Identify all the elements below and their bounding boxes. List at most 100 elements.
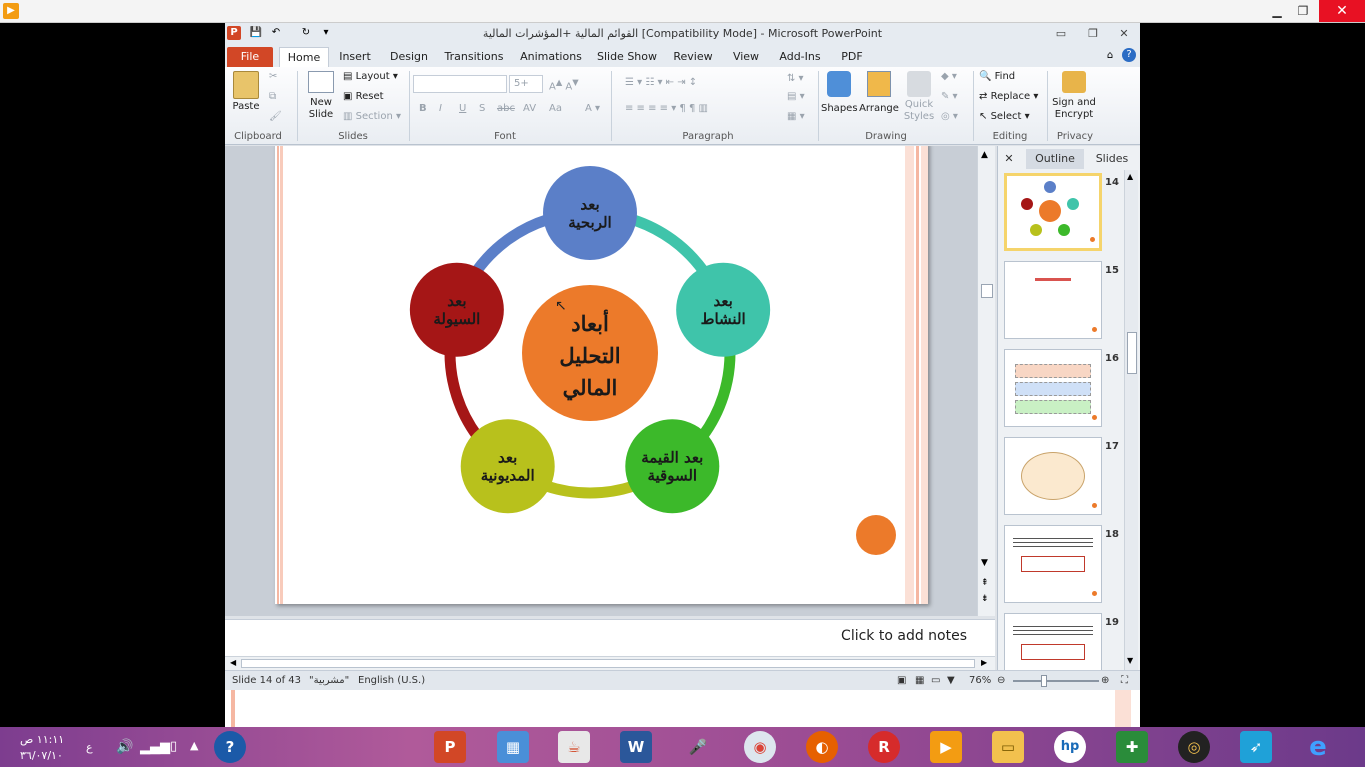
slide-thumbnail[interactable]	[1004, 261, 1102, 339]
powerpoint-app-icon[interactable]: P	[434, 731, 466, 763]
close-icon[interactable]: ✕	[1319, 0, 1365, 22]
replace-button[interactable]: ⇄ Replace ▾	[979, 91, 1038, 102]
minimize-icon[interactable]: ▁	[1264, 2, 1290, 20]
reading-view-icon[interactable]: ▭	[931, 675, 940, 686]
tab-outline[interactable]: Outline	[1026, 149, 1084, 169]
zoom-out-icon[interactable]: ⊖	[997, 675, 1005, 686]
tab-slides[interactable]: Slides	[1090, 149, 1134, 169]
new-slide-button[interactable]: New Slide	[303, 71, 339, 121]
scroll-right-icon[interactable]: ▶	[981, 658, 987, 667]
slide-thumbnail[interactable]	[1004, 525, 1102, 603]
tab-view[interactable]: View	[730, 47, 762, 67]
tab-slide-show[interactable]: Slide Show	[595, 47, 659, 67]
horizontal-scrollbar[interactable]: ◀ ▶	[225, 656, 995, 670]
slide-show-icon[interactable]: ▼	[947, 675, 955, 686]
font-color-button[interactable]: A ▾	[585, 103, 600, 114]
italic-button[interactable]: I	[439, 103, 442, 114]
tab-review[interactable]: Review	[671, 47, 715, 67]
microphone-app-icon[interactable]: 🎤	[682, 731, 714, 763]
section-button[interactable]: ▥ Section ▾	[343, 111, 401, 122]
window-minimize-button[interactable]: ▭	[1051, 26, 1071, 42]
copy-icon[interactable]: ⧉	[269, 91, 276, 102]
change-case-button[interactable]: Aa	[549, 103, 562, 114]
char-spacing-button[interactable]: AV	[523, 103, 536, 114]
next-slide-icon[interactable]: ⇟	[981, 594, 989, 604]
current-slide[interactable]: بعد الربحية بعد النشاط بعد القيمة السوقية بعد ا…	[275, 146, 928, 604]
format-painter-icon[interactable]: 🖌	[269, 111, 282, 122]
slide-thumbnail[interactable]	[1004, 349, 1102, 427]
close-panel-icon[interactable]: ✕	[1002, 149, 1016, 169]
shape-outline-icon[interactable]: ✎ ▾	[941, 91, 958, 102]
help-app-icon[interactable]: ?	[214, 731, 246, 763]
volume-icon[interactable]: 🔊	[116, 739, 133, 755]
tab-home[interactable]: Home	[279, 47, 329, 67]
shapes-button[interactable]: Shapes	[821, 71, 858, 115]
slide-thumbnail[interactable]	[1004, 173, 1102, 251]
tab-animations[interactable]: Animations	[519, 47, 583, 67]
hp-app-icon[interactable]: hp	[1054, 731, 1086, 763]
sign-encrypt-button[interactable]: Sign and Encrypt	[1051, 71, 1097, 121]
panel-scroll-thumb[interactable]	[1127, 332, 1137, 374]
font-name-select[interactable]	[413, 75, 507, 93]
find-button[interactable]: 🔍 Find	[979, 71, 1015, 82]
strikethrough-button[interactable]: abc	[497, 103, 515, 114]
normal-view-icon[interactable]: ▣	[897, 675, 906, 686]
tab-insert[interactable]: Insert	[335, 47, 375, 67]
restore-icon[interactable]: ❐	[1290, 2, 1316, 20]
scroll-left-icon[interactable]: ◀	[230, 658, 236, 667]
tab-add-ins[interactable]: Add-Ins	[778, 47, 822, 67]
show-hidden-icons[interactable]: ▲	[190, 739, 198, 752]
panel-scroll-down-icon[interactable]: ▼	[1127, 656, 1133, 665]
file-explorer-app-icon[interactable]: ▭	[992, 731, 1024, 763]
zoom-slider-thumb[interactable]	[1041, 675, 1047, 687]
underline-button[interactable]: U	[459, 103, 466, 114]
language-indicator[interactable]: English (U.S.)	[358, 675, 425, 686]
paste-button[interactable]: Paste	[231, 71, 261, 113]
help-icon[interactable]: ?	[1122, 48, 1136, 62]
fit-to-window-icon[interactable]: ⛶	[1121, 675, 1128, 686]
hscroll-thumb[interactable]	[241, 659, 975, 668]
slide-thumbnail[interactable]	[1004, 437, 1102, 515]
text-direction-icon[interactable]: ⇅ ▾	[787, 73, 804, 84]
panel-scrollbar[interactable]: ▲ ▼	[1124, 170, 1138, 670]
font-size-select[interactable]: 5+	[509, 75, 543, 93]
align-text-icon[interactable]: ▤ ▾	[787, 91, 805, 102]
zoom-in-icon[interactable]: ⊕	[1101, 675, 1109, 686]
input-language[interactable]: ع	[86, 741, 93, 754]
internet-explorer-app-icon[interactable]: e	[1302, 731, 1334, 763]
alignment-icons[interactable]: ≡ ≡ ≡ ≡ ▾ ¶ ¶ ▥	[625, 103, 708, 114]
rocket-app-icon[interactable]: ➶	[1240, 731, 1272, 763]
zoom-slider[interactable]	[1013, 680, 1099, 682]
shadow-button[interactable]: S	[479, 103, 485, 114]
battery-icon[interactable]: ▯	[170, 739, 177, 754]
window-close-button[interactable]: ✕	[1114, 26, 1134, 42]
tab-pdf[interactable]: PDF	[837, 47, 867, 67]
minimize-ribbon-icon[interactable]: ⌂	[1103, 49, 1117, 63]
grow-font-icon[interactable]: A▲ A▼	[549, 77, 579, 92]
network-icon[interactable]: ▂▄▆	[140, 740, 170, 755]
media-app-icon[interactable]: ◎	[1178, 731, 1210, 763]
tab-design[interactable]: Design	[387, 47, 431, 67]
previous-slide-icon[interactable]: ⇞	[981, 578, 989, 588]
word-app-icon[interactable]: W	[620, 731, 652, 763]
zoom-level[interactable]: 76%	[969, 675, 991, 686]
app-r-icon[interactable]: R	[868, 731, 900, 763]
bold-button[interactable]: B	[419, 103, 427, 114]
network-app-icon[interactable]: ▦	[497, 731, 529, 763]
shape-fill-icon[interactable]: ◆ ▾	[941, 71, 957, 82]
scroll-down-icon[interactable]: ▼	[981, 558, 988, 568]
smartart-icon[interactable]: ▦ ▾	[787, 111, 805, 122]
quick-styles-button[interactable]: Quick Styles	[901, 71, 937, 123]
puzzle-app-icon[interactable]: ✚	[1116, 731, 1148, 763]
cut-icon[interactable]: ✂	[269, 71, 277, 82]
panel-scroll-up-icon[interactable]: ▲	[1127, 172, 1133, 181]
tab-file[interactable]: File	[227, 47, 273, 67]
bullets-icon[interactable]: ☰ ▾ ☷ ▾ ⇤ ⇥ ↕	[625, 77, 697, 88]
video-player-app-icon[interactable]: ▶	[930, 731, 962, 763]
slide-vertical-scrollbar[interactable]: ▲ ▼ ⇞ ⇟	[977, 146, 995, 616]
shape-effects-icon[interactable]: ◎ ▾	[941, 111, 958, 122]
firefox-app-icon[interactable]: ◐	[806, 731, 838, 763]
window-restore-button[interactable]: ❐	[1083, 26, 1103, 42]
select-button[interactable]: ↖ Select ▾	[979, 111, 1030, 122]
reset-button[interactable]: ▣ Reset	[343, 91, 384, 102]
